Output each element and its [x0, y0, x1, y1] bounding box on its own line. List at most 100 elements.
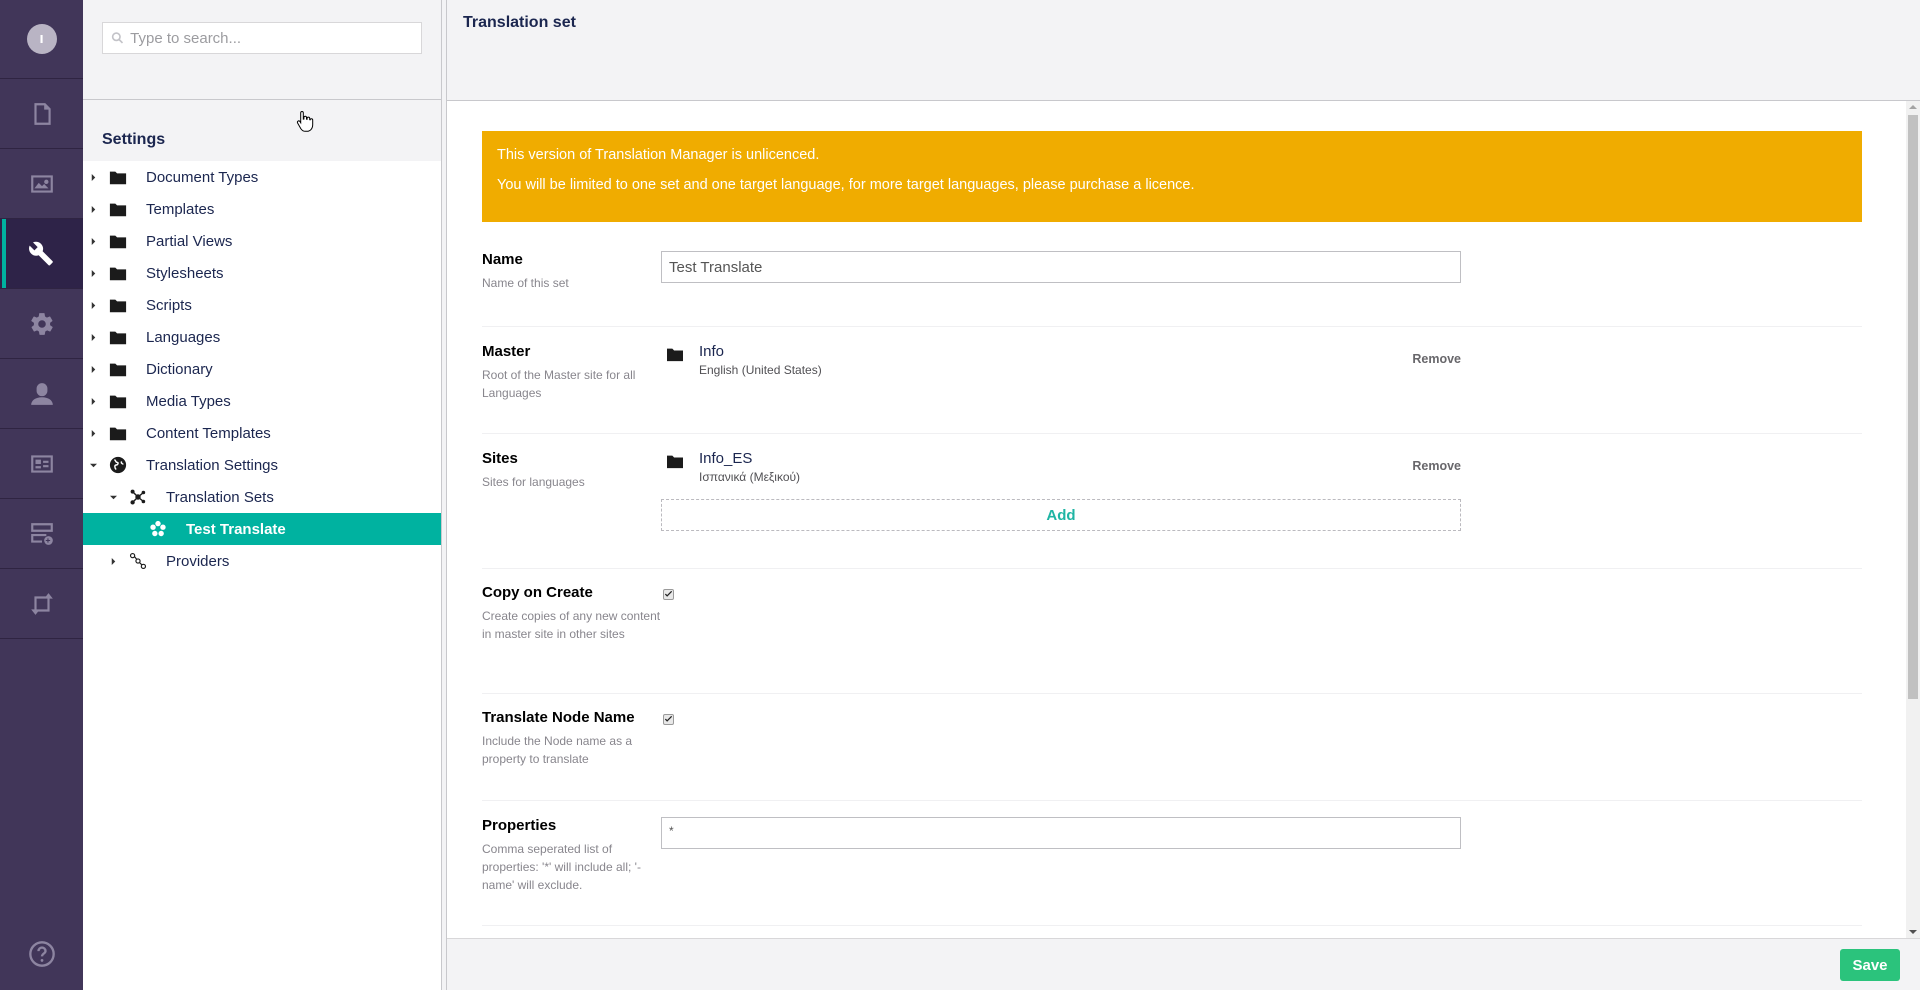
checkmark-icon: [664, 590, 673, 597]
tree-list: Document Types Templates Partial Views S…: [83, 161, 441, 577]
property-ignore-doctypes: Ignore Doctypes: [482, 926, 1862, 938]
caret-right-icon[interactable]: [88, 301, 98, 309]
scrollbar-thumb[interactable]: [1908, 115, 1918, 699]
editor-scrollbar[interactable]: [1906, 101, 1920, 938]
save-button[interactable]: Save: [1840, 949, 1900, 981]
site-node-culture: Ισπανικά (Μεξικού): [699, 470, 801, 484]
caret-right-icon[interactable]: [88, 205, 98, 213]
scroll-up-arrow-icon[interactable]: [1909, 105, 1917, 109]
help-icon: [28, 941, 55, 967]
search-icon: [111, 32, 124, 44]
tree-item-stylesheets[interactable]: Stylesheets: [83, 257, 441, 289]
property-label: Properties: [482, 817, 557, 834]
master-node[interactable]: Info English (United States) Remove: [661, 343, 1461, 377]
section-content[interactable]: [0, 79, 83, 149]
property-translate-node-name: Translate Node Name Include the Node nam…: [482, 694, 1862, 801]
property-description: Name of this set: [482, 276, 569, 290]
section-settings[interactable]: [0, 219, 83, 289]
tree-item-dictionary[interactable]: Dictionary: [83, 353, 441, 385]
scroll-down-arrow-icon[interactable]: [1909, 930, 1917, 934]
folder-icon: [108, 359, 128, 379]
tree-item-translation-sets[interactable]: Translation Sets: [83, 481, 441, 513]
folder-icon: [108, 327, 128, 347]
tree-header: Settings: [83, 100, 441, 161]
site-remove-button[interactable]: Remove: [1412, 459, 1461, 473]
properties-input[interactable]: *: [661, 817, 1461, 849]
property-properties: Properties Comma seperated list of prope…: [482, 801, 1862, 926]
tree-search-area: [83, 0, 441, 100]
transfer-arrows-icon: [30, 592, 53, 615]
caret-right-icon[interactable]: [88, 429, 98, 437]
tree-item-label: Providers: [166, 552, 230, 570]
folder-icon: [108, 231, 128, 251]
editor-footer: Save: [447, 938, 1920, 990]
property-name: Name Name of this set Test Translate: [482, 234, 1862, 327]
user-avatar[interactable]: I: [26, 24, 57, 54]
tree-item-languages[interactable]: Languages: [83, 321, 441, 353]
caret-right-icon[interactable]: [88, 237, 98, 245]
tree-item-translation-settings[interactable]: Translation Settings: [83, 449, 441, 481]
folder-icon: [108, 295, 128, 315]
network-icon: [128, 487, 148, 507]
section-forms[interactable]: [0, 499, 83, 569]
tree-search-input[interactable]: [130, 29, 421, 47]
tree-panel: Settings Document Types Templates Partia…: [83, 0, 442, 990]
section-nav: I: [0, 0, 83, 990]
page-title: Translation set: [463, 14, 576, 31]
tree-item-label: Scripts: [146, 296, 192, 314]
tree-item-test-translate[interactable]: Test Translate: [83, 513, 441, 545]
id-card-icon: [30, 454, 53, 473]
tree-item-partial-views[interactable]: Partial Views: [83, 225, 441, 257]
caret-right-icon[interactable]: [108, 557, 118, 565]
section-members[interactable]: [0, 429, 83, 499]
user-icon: [30, 382, 53, 405]
help-button[interactable]: [0, 940, 83, 968]
add-site-button[interactable]: Add: [661, 499, 1461, 531]
property-description: Create copies of any new content in mast…: [482, 609, 661, 641]
translate-node-name-checkbox[interactable]: [663, 714, 674, 725]
property-description: Root of the Master site for all Language…: [482, 368, 636, 400]
tree-item-content-templates[interactable]: Content Templates: [83, 417, 441, 449]
folder-icon: [108, 423, 128, 443]
master-node-name: Info: [699, 343, 725, 360]
editor-header: Translation set: [447, 0, 1920, 101]
caret-down-icon[interactable]: [88, 462, 98, 469]
nodes-icon: [128, 551, 148, 571]
licence-alert: This version of Translation Manager is u…: [482, 131, 1862, 222]
caret-right-icon[interactable]: [88, 397, 98, 405]
section-developer[interactable]: [0, 289, 83, 359]
property-label: Sites: [482, 450, 518, 467]
folder-icon: [108, 391, 128, 411]
tree-item-label: Dictionary: [146, 360, 213, 378]
caret-right-icon[interactable]: [88, 269, 98, 277]
folder-icon: [666, 346, 684, 362]
tree-item-document-types[interactable]: Document Types: [83, 161, 441, 193]
section-media[interactable]: [0, 149, 83, 219]
property-description: Comma seperated list of properties: '*' …: [482, 842, 641, 892]
tree-item-label: Content Templates: [146, 424, 271, 442]
tree-search-box[interactable]: [102, 22, 422, 54]
property-sites: Sites Sites for languages Info_ES Ισπανι…: [482, 434, 1862, 569]
tree-item-label: Document Types: [146, 168, 259, 186]
section-users[interactable]: [0, 359, 83, 429]
mouse-cursor-hand-icon: [296, 110, 314, 132]
name-input[interactable]: Test Translate: [661, 251, 1461, 283]
checkmark-icon: [664, 715, 673, 722]
master-remove-button[interactable]: Remove: [1412, 352, 1461, 366]
caret-right-icon[interactable]: [88, 333, 98, 341]
copy-on-create-checkbox[interactable]: [663, 589, 674, 600]
tree-item-scripts[interactable]: Scripts: [83, 289, 441, 321]
tree-item-label: Stylesheets: [146, 264, 224, 282]
tree-item-providers[interactable]: Providers: [83, 545, 441, 577]
caret-right-icon[interactable]: [88, 365, 98, 373]
site-node[interactable]: Info_ES Ισπανικά (Μεξικού) Remove: [661, 450, 1461, 484]
property-label: Translate Node Name: [482, 709, 635, 726]
property-master: Master Root of the Master site for all L…: [482, 327, 1862, 434]
caret-down-icon[interactable]: [108, 494, 118, 501]
tree-item-templates[interactable]: Templates: [83, 193, 441, 225]
add-site-label: Add: [1046, 506, 1076, 524]
caret-right-icon[interactable]: [88, 173, 98, 181]
section-translation[interactable]: [0, 569, 83, 639]
property-copy-on-create: Copy on Create Create copies of any new …: [482, 569, 1862, 694]
tree-item-media-types[interactable]: Media Types: [83, 385, 441, 417]
